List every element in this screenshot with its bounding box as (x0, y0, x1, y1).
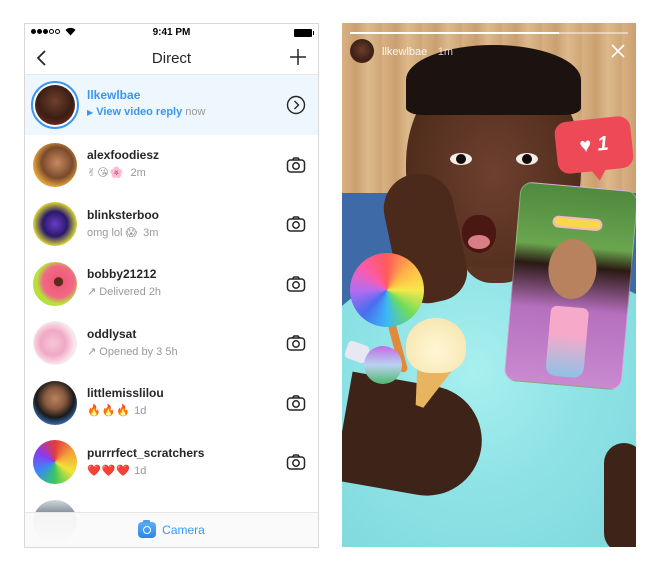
like-count-sticker: ♥ 1 (553, 115, 635, 175)
thread-row[interactable]: llkewlbae ▶ View video reply now (25, 75, 318, 135)
status-time: 9:41 PM (152, 27, 191, 38)
status-bar: 9:41 PM (25, 24, 318, 42)
thread-time: 3m (143, 226, 159, 239)
thread-username: alexfoodiesz (87, 148, 160, 162)
story-subject-mouth (462, 215, 496, 253)
thread-status: omg lol 😱 (87, 226, 137, 239)
camera-icon (286, 395, 306, 411)
ice-cream-sticker[interactable] (406, 318, 466, 373)
play-triangle-icon: ▶ (87, 108, 94, 117)
camera-icon (286, 335, 306, 351)
thread-row[interactable]: alexfoodiesz ✌😘🌸 2m (25, 135, 318, 195)
battery-icon (294, 29, 314, 37)
thread-username: llkewlbae (87, 88, 141, 102)
like-count: 1 (596, 132, 610, 156)
story-header: llkewlbae 1m (350, 39, 453, 63)
thread-username: bobby21212 (87, 267, 157, 281)
camera-icon (286, 276, 306, 292)
page-title: Direct (151, 50, 192, 67)
thread-status: Opened by 3 (99, 345, 163, 358)
thread-time: 1d (134, 405, 147, 417)
avatar (33, 440, 77, 485)
thread-row[interactable]: purrrfect_scratchers ❤️❤️❤️ 1d (25, 433, 318, 493)
wrapped-candy-sticker[interactable] (364, 346, 402, 384)
avatar (33, 142, 77, 187)
camera-button[interactable]: Camera (25, 512, 318, 547)
story-time: 1m (437, 46, 453, 58)
close-icon (611, 44, 625, 58)
avatar (33, 380, 77, 425)
thread-time: 5h (165, 345, 178, 358)
new-message-button[interactable] (288, 47, 308, 67)
camera-icon (138, 520, 157, 538)
heart-icon: ♥ (578, 134, 593, 158)
chevron-right-circle-icon (286, 95, 306, 115)
sent-arrow-icon: ↗ (87, 286, 97, 298)
story-subject-arm-right (604, 443, 636, 547)
story-progress-fill (350, 32, 559, 34)
plus-icon (290, 49, 306, 65)
thread-row[interactable]: bobby21212 ↗ Delivered 2h (25, 254, 318, 314)
direct-inbox-screen: 9:41 PM Direct llkewlbae ▶ View video re… (24, 23, 319, 548)
thread-status: Delivered (99, 286, 146, 298)
thread-time: 1d (134, 464, 147, 477)
story-username[interactable]: llkewlbae (382, 46, 427, 58)
camera-label: Camera (162, 523, 205, 537)
camera-icon (286, 454, 306, 470)
camera-reply-button[interactable] (286, 214, 306, 234)
thread-time: 2h (148, 286, 162, 298)
thread-time: 2m (130, 167, 146, 179)
story-viewer[interactable]: ♥ 1 llkewlbae 1m (342, 23, 636, 547)
thread-status: ❤️❤️❤️ (87, 464, 132, 477)
view-video-reply-link[interactable]: View video reply (96, 106, 182, 118)
lollipop-sticker[interactable] (350, 253, 424, 327)
camera-reply-button[interactable] (286, 393, 306, 413)
story-progress-bar (350, 32, 628, 34)
reply-photo-sticker[interactable] (503, 181, 636, 391)
thread-row[interactable]: blinksterboo omg lol 😱 3m (25, 195, 318, 255)
thread-username: purrrfect_scratchers (87, 445, 205, 460)
open-thread-button[interactable] (286, 95, 306, 115)
avatar (33, 202, 77, 247)
camera-icon (286, 157, 306, 173)
thread-username: littlemisslilou (87, 386, 164, 400)
thread-username: oddlysat (87, 326, 137, 341)
navigation-bar: Direct (25, 42, 318, 75)
camera-reply-button[interactable] (286, 274, 306, 294)
thread-list: llkewlbae ▶ View video reply now alexfoo… (25, 75, 318, 547)
camera-reply-button[interactable] (286, 155, 306, 175)
camera-reply-button[interactable] (286, 452, 306, 472)
thread-row[interactable]: oddlysat ↗ Opened by 3 5h (25, 314, 318, 374)
thread-status: ✌😘🌸 (87, 167, 125, 179)
thread-time: now (185, 106, 206, 118)
avatar (31, 81, 79, 129)
sent-arrow-icon: ↗ (87, 345, 97, 358)
camera-icon (286, 216, 306, 232)
avatar (33, 261, 77, 306)
thread-username: blinksterboo (87, 207, 160, 222)
close-button[interactable] (610, 43, 626, 59)
thread-status: 🔥🔥🔥 (87, 405, 132, 417)
thread-row[interactable]: littlemisslilou 🔥🔥🔥 1d (25, 373, 318, 433)
camera-reply-button[interactable] (286, 333, 306, 353)
avatar (33, 321, 77, 366)
story-avatar[interactable] (350, 39, 374, 63)
